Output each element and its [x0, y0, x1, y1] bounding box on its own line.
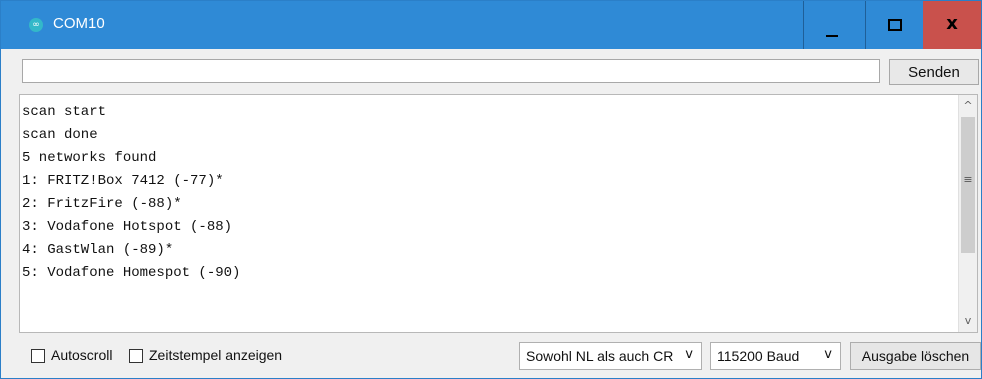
clear-output-button[interactable]: Ausgabe löschen [850, 342, 981, 370]
send-button[interactable]: Senden [889, 59, 979, 85]
output-line: 5 networks found [22, 150, 157, 166]
timestamp-checkbox[interactable] [129, 349, 143, 363]
line-ending-select[interactable]: Sowohl NL als auch CR v [519, 342, 702, 370]
output-line: scan done [22, 127, 98, 143]
title-bar[interactable]: ∞ COM10 x [1, 1, 981, 49]
scroll-down-icon[interactable]: v [959, 312, 977, 330]
arduino-infinity-icon: ∞ [29, 18, 43, 32]
autoscroll-checkbox[interactable] [31, 349, 45, 363]
output-line: 2: FritzFire (-88)* [22, 196, 182, 212]
close-icon: x [946, 13, 958, 34]
baud-rate-value: 115200 Baud [717, 348, 800, 364]
output-line: 1: FRITZ!Box 7412 (-77)* [22, 173, 224, 189]
output-line: 3: Vodafone Hotspot (-88) [22, 219, 233, 235]
autoscroll-label[interactable]: Autoscroll [51, 347, 112, 363]
baud-rate-select[interactable]: 115200 Baud v [710, 342, 841, 370]
output-line: 4: GastWlan (-89)* [22, 242, 174, 258]
output-lines: scan start scan done 5 networks found 1:… [20, 101, 955, 331]
minimize-button[interactable] [803, 1, 862, 49]
scrollbar-thumb[interactable]: ≡ [961, 117, 975, 253]
window-title: COM10 [53, 15, 105, 32]
send-input[interactable] [22, 59, 880, 83]
output-line: scan start [22, 104, 107, 120]
output-line: 5: Vodafone Homespot (-90) [22, 265, 241, 281]
serial-monitor-window: ∞ COM10 x Senden scan start scan done 5 … [0, 0, 982, 379]
chevron-down-icon: v [685, 347, 693, 362]
minimize-icon [826, 35, 838, 37]
scroll-up-icon[interactable]: ^ [959, 97, 977, 115]
line-ending-value: Sowohl NL als auch CR [526, 348, 674, 364]
chevron-down-icon: v [824, 347, 832, 362]
timestamp-label[interactable]: Zeitstempel anzeigen [149, 347, 282, 363]
maximize-button[interactable] [865, 1, 924, 49]
vertical-scrollbar[interactable]: ^ ≡ v [958, 95, 977, 332]
close-button[interactable]: x [923, 1, 981, 49]
maximize-icon [888, 19, 902, 31]
grip-icon: ≡ [963, 173, 973, 186]
serial-output-area[interactable]: scan start scan done 5 networks found 1:… [19, 94, 978, 333]
